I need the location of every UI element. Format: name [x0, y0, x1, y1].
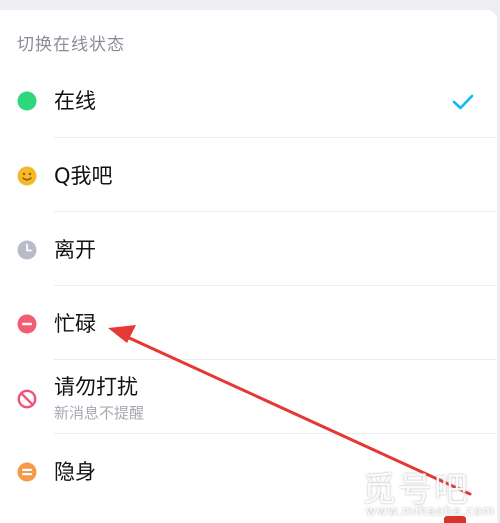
status-picker-screen: 切换在线状态 在线 Q我吧 离开 忙碌 请勿打扰 新消息不提醒 隐身 觅号吧 w…: [0, 0, 500, 523]
red-tab-edge: [444, 516, 466, 523]
panel-title: 切换在线状态: [17, 35, 125, 55]
status-label: 请勿打扰: [54, 375, 138, 399]
no-disturb-icon: [17, 389, 37, 409]
status-item-busy[interactable]: 忙碌: [0, 286, 497, 360]
status-label: 忙碌: [54, 312, 96, 336]
status-item-online[interactable]: 在线: [0, 64, 497, 138]
checkmark-icon: [452, 94, 474, 110]
status-sublabel: 新消息不提醒: [54, 404, 145, 422]
status-item-invisible[interactable]: 隐身: [0, 434, 497, 508]
status-item-do-not-disturb[interactable]: 请勿打扰 新消息不提醒: [0, 360, 497, 434]
status-label: 隐身: [54, 460, 96, 484]
invisible-equals-icon: [17, 462, 37, 482]
status-label: 离开: [54, 238, 96, 262]
clock-icon: [17, 240, 37, 260]
smiley-icon: [17, 166, 37, 186]
status-sheet: 切换在线状态 在线 Q我吧 离开 忙碌 请勿打扰 新消息不提醒 隐身: [0, 10, 497, 523]
status-label: 在线: [54, 89, 96, 113]
busy-minus-icon: [17, 314, 37, 334]
status-label: Q我吧: [54, 164, 113, 188]
online-dot-icon: [17, 91, 37, 111]
status-item-away[interactable]: 离开: [0, 212, 497, 286]
status-item-q-me[interactable]: Q我吧: [0, 138, 497, 212]
